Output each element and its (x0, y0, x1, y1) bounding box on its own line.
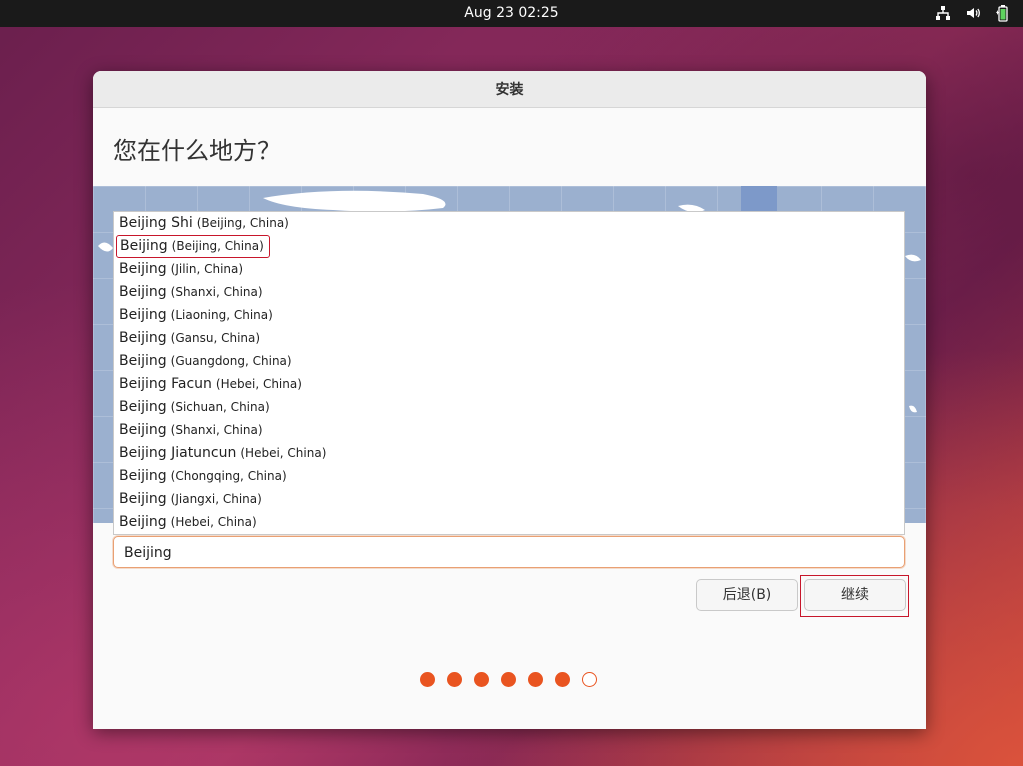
suggestion-city: Beijing (119, 514, 167, 530)
suggestion-text: Beijing Jiatuncun (Hebei, China) (119, 445, 326, 461)
location-suggestion-item[interactable]: Beijing (Shanxi, China) (114, 419, 904, 442)
location-suggestion-item[interactable]: Beijing (Liaoning, China) (114, 304, 904, 327)
window-title: 安装 (93, 71, 926, 108)
suggestion-text: Beijing (Chongqing, China) (119, 468, 287, 484)
suggestion-region: (Jiangxi, China) (170, 492, 262, 506)
suggestion-city: Beijing (119, 284, 167, 300)
location-suggestion-item[interactable]: Beijing Shi (Beijing, China) (114, 212, 904, 235)
progress-dot (501, 672, 516, 687)
clock[interactable]: Aug 23 02:25 (0, 0, 1023, 27)
page-heading: 您在什么地方？ (113, 137, 281, 165)
suggestion-text: Beijing Shi (Beijing, China) (119, 215, 289, 231)
location-suggestion-item[interactable]: Beijing (Gansu, China) (114, 327, 904, 350)
suggestion-text: Beijing (Jilin, China) (119, 261, 243, 277)
location-search-field[interactable] (113, 536, 905, 568)
suggestion-region: (Shanxi, China) (170, 285, 263, 299)
suggestion-region: (Liaoning, China) (170, 308, 273, 322)
location-suggestion-item[interactable]: Beijing (Jilin, China) (114, 258, 904, 281)
suggestion-text: Beijing Facun (Hebei, China) (119, 376, 302, 392)
location-search-input[interactable] (122, 542, 896, 564)
suggestion-region: (Beijing, China) (196, 216, 289, 230)
suggestion-text: Beijing (Sichuan, China) (119, 399, 270, 415)
volume-icon[interactable] (965, 5, 981, 21)
location-suggestions[interactable]: Beijing Shi (Beijing, China) Beijing (Beiji… (113, 211, 905, 535)
progress-dot (420, 672, 435, 687)
continue-button[interactable]: 继续 (804, 579, 906, 611)
suggestion-city: Beijing Shi (119, 215, 193, 231)
location-suggestion-item[interactable]: Beijing (Beijing, China) (114, 235, 904, 258)
suggestion-text: Beijing (Shanxi, China) (119, 284, 263, 300)
suggestion-region: (Sichuan, China) (170, 400, 270, 414)
suggestion-region: (Chongqing, China) (170, 469, 287, 483)
suggestion-city: Beijing Facun (119, 376, 212, 392)
suggestion-city: Beijing (119, 399, 167, 415)
suggestion-text: Beijing (Beijing, China) (116, 235, 270, 258)
suggestion-region: (Hebei, China) (215, 377, 302, 391)
suggestion-city: Beijing (120, 238, 168, 254)
location-suggestion-item[interactable]: Beijing Jiatuncun (Hebei, China) (114, 442, 904, 465)
progress-dot (474, 672, 489, 687)
back-button[interactable]: 后退(B) (696, 579, 798, 611)
location-suggestion-item[interactable]: Beijing (Sichuan, China) (114, 396, 904, 419)
suggestion-region: (Guangdong, China) (170, 354, 292, 368)
suggestion-region: (Hebei, China) (240, 446, 327, 460)
location-suggestion-item[interactable]: Beijing (Jiangxi, China) (114, 488, 904, 511)
location-suggestion-item[interactable]: Beijing (Guangdong, China) (114, 350, 904, 373)
suggestion-region: (Jilin, China) (170, 262, 244, 276)
suggestion-city: Beijing (119, 491, 167, 507)
suggestion-text: Beijing (Jiangxi, China) (119, 491, 262, 507)
location-suggestion-item[interactable]: Beijing (Chongqing, China) (114, 465, 904, 488)
system-tray[interactable] (935, 4, 1011, 22)
location-suggestion-item[interactable]: Beijing Facun (Hebei, China) (114, 373, 904, 396)
suggestion-region: (Hebei, China) (170, 515, 257, 529)
network-icon[interactable] (935, 5, 951, 21)
suggestion-city: Beijing (119, 307, 167, 323)
suggestion-region: (Gansu, China) (170, 331, 261, 345)
suggestion-city: Beijing Jiatuncun (119, 445, 237, 461)
location-suggestion-item[interactable]: Beijing (Hebei, China) (114, 511, 904, 534)
suggestion-text: Beijing (Guangdong, China) (119, 353, 292, 369)
top-bar: Aug 23 02:25 (0, 0, 1023, 27)
suggestion-city: Beijing (119, 468, 167, 484)
battery-icon[interactable] (995, 4, 1011, 22)
suggestion-city: Beijing (119, 422, 167, 438)
suggestion-text: Beijing (Hebei, China) (119, 514, 257, 530)
progress-dot (528, 672, 543, 687)
suggestion-region: (Beijing, China) (171, 239, 264, 253)
progress-dots (420, 672, 597, 687)
suggestion-region: (Shanxi, China) (170, 423, 263, 437)
progress-dot (555, 672, 570, 687)
progress-dot (582, 672, 597, 687)
suggestion-city: Beijing (119, 353, 167, 369)
installer-window: 安装 您在什么地方？ Beijing Shi (Beijing, China) Be… (93, 71, 926, 729)
suggestion-city: Beijing (119, 261, 167, 277)
progress-dot (447, 672, 462, 687)
suggestion-text: Beijing (Shanxi, China) (119, 422, 263, 438)
suggestion-text: Beijing (Liaoning, China) (119, 307, 273, 323)
suggestion-city: Beijing (119, 330, 167, 346)
location-suggestion-item[interactable]: Beijing (Shanxi, China) (114, 281, 904, 304)
suggestion-text: Beijing (Gansu, China) (119, 330, 260, 346)
